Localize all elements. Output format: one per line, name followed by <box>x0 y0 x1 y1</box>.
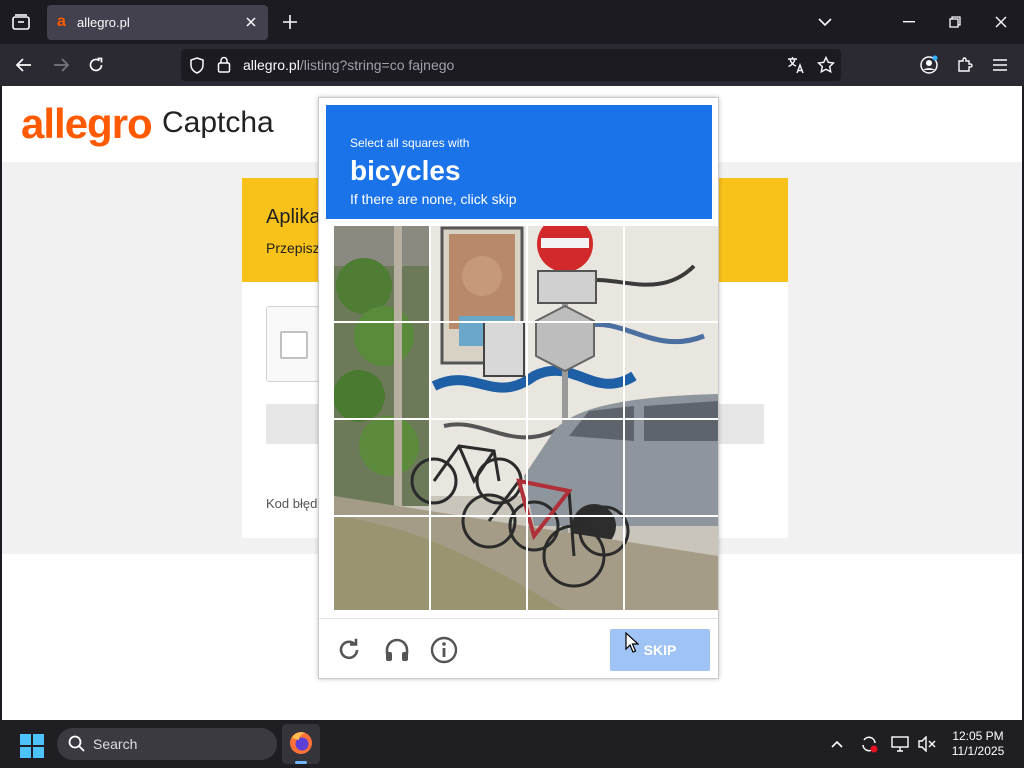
clock-time: 12:05 PM <box>952 729 1004 743</box>
windows-taskbar: Search 12:05 PM 11/1/2025 <box>0 720 1024 768</box>
grid-tile-16[interactable] <box>625 517 718 610</box>
grid-tile-15[interactable] <box>528 517 622 610</box>
browser-tab-allegro[interactable]: a allegro.pl <box>47 5 268 40</box>
audio-challenge-headphones-icon[interactable] <box>382 635 412 665</box>
grid-tile-5[interactable] <box>334 323 428 417</box>
grid-tile-6[interactable] <box>431 323 525 417</box>
active-app-indicator <box>295 761 307 764</box>
lock-icon[interactable] <box>217 56 231 78</box>
taskbar-clock[interactable]: 12:05 PM 11/1/2025 <box>946 729 1010 759</box>
grid-tile-1[interactable] <box>334 226 428 320</box>
grid-tile-4[interactable] <box>625 226 718 320</box>
new-tab-icon[interactable] <box>280 12 300 32</box>
forward-icon[interactable] <box>48 53 74 77</box>
card-title: Aplika <box>266 206 321 228</box>
grid-tile-10[interactable] <box>431 420 525 514</box>
search-placeholder: Search <box>93 736 138 752</box>
network-icon[interactable] <box>890 734 910 754</box>
address-bar[interactable]: allegro.pl/listing?string=co fajnego <box>181 49 841 81</box>
account-icon[interactable] <box>916 53 942 77</box>
minimize-icon[interactable] <box>897 10 921 34</box>
back-icon[interactable] <box>11 53 37 77</box>
sync-alert-icon[interactable] <box>859 734 879 754</box>
grid-tile-3[interactable] <box>528 226 622 320</box>
windows-start-icon[interactable] <box>20 734 44 758</box>
challenge-target: bicycles <box>350 155 461 186</box>
grid-tile-14[interactable] <box>431 517 525 610</box>
close-window-icon[interactable] <box>989 10 1013 34</box>
extensions-puzzle-icon[interactable] <box>952 53 978 77</box>
reload-challenge-icon[interactable] <box>334 635 364 665</box>
tab-list-icon[interactable] <box>8 10 34 34</box>
browser-nav-bar: allegro.pl/listing?string=co fajnego <box>0 44 1024 86</box>
firefox-taskbar-icon[interactable] <box>282 724 320 764</box>
grid-tile-7[interactable] <box>528 323 622 417</box>
error-code-label: Kod błęd <box>266 496 318 511</box>
captcha-challenge-popup: Select all squares with bicycles If ther… <box>318 97 719 679</box>
tab-close-icon[interactable] <box>242 13 260 31</box>
challenge-header: Select all squares with bicycles If ther… <box>326 105 712 219</box>
list-all-tabs-chevron-icon[interactable] <box>813 10 837 34</box>
allegro-favicon-icon: a <box>57 13 66 30</box>
url-host: allegro.pl <box>243 57 300 73</box>
challenge-image-grid <box>334 226 718 610</box>
restore-icon[interactable] <box>943 10 967 34</box>
grid-tile-11[interactable] <box>528 420 622 514</box>
grid-tile-8[interactable] <box>625 323 718 417</box>
bookmark-star-icon[interactable] <box>816 55 836 79</box>
search-icon <box>68 735 85 757</box>
page-heading: Captcha <box>162 106 274 139</box>
reload-icon[interactable] <box>83 53 109 77</box>
grid-tile-12[interactable] <box>625 420 718 514</box>
tracking-protection-shield-icon[interactable] <box>189 57 205 79</box>
card-subtitle: Przepisz <box>266 240 320 256</box>
info-icon[interactable] <box>429 635 459 665</box>
grid-tile-2[interactable] <box>431 226 525 320</box>
url-text[interactable]: allegro.pl/listing?string=co fajnego <box>243 57 454 73</box>
url-path: /listing?string=co fajnego <box>299 57 455 73</box>
challenge-instruction: Select all squares with <box>350 136 470 150</box>
challenge-footer: SKIP <box>319 618 718 678</box>
translate-icon[interactable] <box>787 56 805 79</box>
show-hidden-icons-chevron-icon[interactable] <box>827 734 847 754</box>
taskbar-search[interactable]: Search <box>57 728 277 760</box>
volume-muted-icon[interactable] <box>917 734 937 754</box>
browser-tab-bar: a allegro.pl <box>0 0 1024 44</box>
challenge-hint: If there are none, click skip <box>350 191 517 207</box>
mouse-cursor-icon <box>625 632 639 653</box>
clock-date: 11/1/2025 <box>951 744 1005 758</box>
allegro-logo[interactable]: allegro <box>21 100 153 148</box>
grid-tile-9[interactable] <box>334 420 428 514</box>
tab-title: allegro.pl <box>77 15 130 30</box>
hamburger-menu-icon[interactable] <box>987 53 1013 77</box>
grid-tile-13[interactable] <box>334 517 428 610</box>
recaptcha-checkbox[interactable] <box>280 331 308 359</box>
